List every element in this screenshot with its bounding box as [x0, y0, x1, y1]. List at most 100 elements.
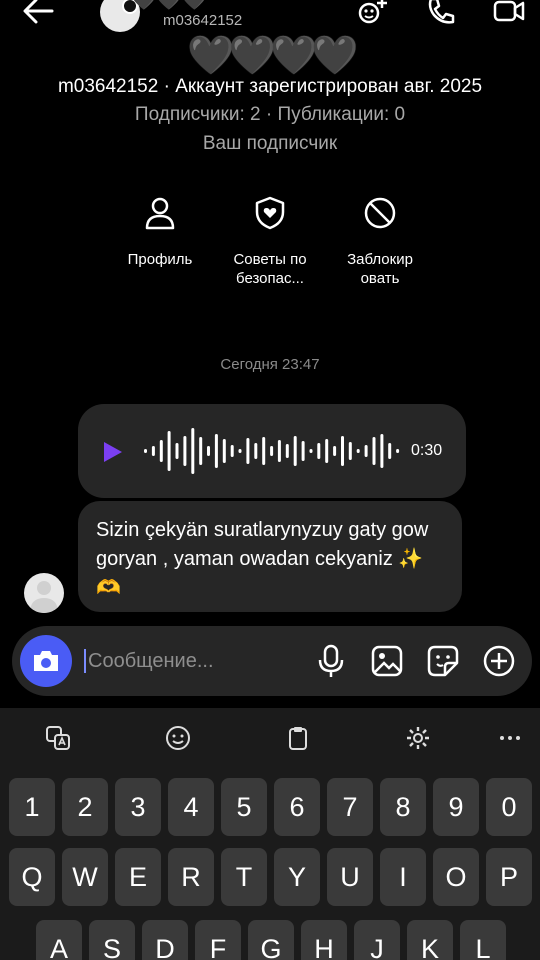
play-icon[interactable]	[102, 440, 124, 469]
camera-button[interactable]	[20, 635, 72, 687]
waveform-bar	[238, 449, 242, 453]
key-8[interactable]: 8	[380, 778, 426, 836]
safety-tips-button[interactable]: Советы по безопас...	[218, 194, 322, 288]
waveform-bar	[144, 449, 147, 453]
key-s[interactable]: S	[89, 920, 135, 960]
key-d[interactable]: D	[142, 920, 188, 960]
clipboard-icon[interactable]	[278, 720, 318, 756]
block-label: Заблокир овать	[347, 251, 413, 287]
key-2[interactable]: 2	[62, 778, 108, 836]
settings-icon[interactable]	[398, 720, 438, 756]
key-l[interactable]: L	[460, 920, 506, 960]
emoji-icon[interactable]	[158, 720, 198, 756]
message-timestamp: Сегодня 23:47	[220, 356, 320, 373]
key-h[interactable]: H	[301, 920, 347, 960]
shield-heart-icon	[218, 194, 322, 232]
key-u[interactable]: U	[327, 848, 373, 906]
waveform-bar	[348, 442, 352, 460]
profile-name: 🖤🖤🖤🖤	[0, 34, 540, 78]
account-stats: Подписчики: 2 · Публикации: 0	[134, 104, 406, 125]
profile-label: Профиль	[127, 251, 193, 268]
waveform-bar	[254, 443, 258, 459]
heart-emoji: 🖤	[270, 35, 317, 77]
key-o[interactable]: O	[433, 848, 479, 906]
waveform-bar	[183, 436, 187, 466]
waveform-bar	[293, 436, 297, 466]
key-a[interactable]: A	[36, 920, 82, 960]
account-info: m03642152 · Аккаунт зарегистрирован авг.…	[57, 76, 483, 97]
sender-avatar[interactable]	[24, 573, 64, 613]
message-input[interactable]: Сообщение...	[88, 650, 214, 673]
key-i[interactable]: I	[380, 848, 426, 906]
key-7[interactable]: 7	[327, 778, 373, 836]
key-k[interactable]: K	[407, 920, 453, 960]
key-9[interactable]: 9	[433, 778, 479, 836]
more-icon[interactable]	[490, 720, 530, 756]
gallery-icon[interactable]	[370, 643, 404, 684]
add-icon[interactable]	[482, 643, 516, 684]
waveform-bar	[364, 445, 368, 457]
waveform-bar	[333, 446, 337, 456]
translate-icon[interactable]	[38, 720, 78, 756]
voice-message[interactable]: 0:30	[78, 404, 466, 498]
waveform-bar	[356, 449, 360, 453]
back-arrow-icon[interactable]	[18, 0, 58, 34]
key-3[interactable]: 3	[115, 778, 161, 836]
key-w[interactable]: W	[62, 848, 108, 906]
voice-duration: 0:30	[411, 442, 443, 459]
waveform-bar	[230, 445, 234, 457]
text-message[interactable]: Sizin çekyän suratlarynyzuy gaty gow gor…	[78, 501, 462, 612]
key-5[interactable]: 5	[221, 778, 267, 836]
key-r[interactable]: R	[168, 848, 214, 906]
video-call-icon[interactable]	[492, 0, 526, 28]
key-0[interactable]: 0	[486, 778, 532, 836]
key-p[interactable]: P	[486, 848, 532, 906]
text-cursor	[84, 649, 86, 673]
waveform-bar	[277, 440, 281, 462]
key-g[interactable]: G	[248, 920, 294, 960]
key-e[interactable]: E	[115, 848, 161, 906]
waveform-bar	[151, 446, 155, 456]
waveform-bar	[396, 449, 400, 453]
key-6[interactable]: 6	[274, 778, 320, 836]
waveform-bar	[380, 434, 384, 468]
person-icon	[108, 194, 212, 232]
waveform-bar	[159, 440, 163, 462]
key-y[interactable]: Y	[274, 848, 320, 906]
heart-emoji: 🖤	[311, 35, 358, 77]
block-button[interactable]: Заблокир овать	[328, 194, 432, 288]
safety-tips-label: Советы по безопас...	[233, 251, 307, 287]
header-username[interactable]: m03642152	[163, 12, 242, 29]
heart-emoji: 🖤	[187, 35, 234, 77]
waveform-bar	[325, 439, 329, 463]
key-q[interactable]: Q	[9, 848, 55, 906]
profile-actions: Профиль Советы по безопас... Заблокир ов…	[110, 194, 430, 294]
key-f[interactable]: F	[195, 920, 241, 960]
camera-icon	[34, 651, 58, 671]
message-composer: Сообщение...	[12, 626, 532, 696]
follower-status: Ваш подписчик	[202, 133, 338, 154]
video-effects-icon[interactable]	[356, 0, 390, 28]
waveform-bar	[285, 444, 289, 458]
waveform-bar	[246, 438, 250, 464]
waveform-bar	[222, 439, 226, 463]
key-1[interactable]: 1	[9, 778, 55, 836]
key-t[interactable]: T	[221, 848, 267, 906]
key-4[interactable]: 4	[168, 778, 214, 836]
key-j[interactable]: J	[354, 920, 400, 960]
waveform-bar	[309, 449, 313, 453]
microphone-icon[interactable]	[314, 643, 348, 684]
keyboard-toolbar	[0, 708, 540, 768]
profile-button[interactable]: Профиль	[108, 194, 212, 269]
block-icon	[328, 194, 432, 232]
waveform-bar	[262, 437, 266, 465]
waveform-bar	[372, 437, 376, 465]
keyboard: 1 2 3 4 5 6 7 8 9 0 Q W E R T Y U I O P …	[0, 708, 540, 960]
sticker-icon[interactable]	[426, 643, 460, 684]
waveform-bar	[207, 446, 210, 456]
waveform-bar	[214, 434, 218, 468]
waveform-bar	[175, 443, 179, 459]
heart-emoji: 🖤	[228, 35, 276, 77]
phone-icon[interactable]	[424, 0, 458, 28]
display-name-hearts: 🖤🖤🖤	[130, 0, 208, 12]
